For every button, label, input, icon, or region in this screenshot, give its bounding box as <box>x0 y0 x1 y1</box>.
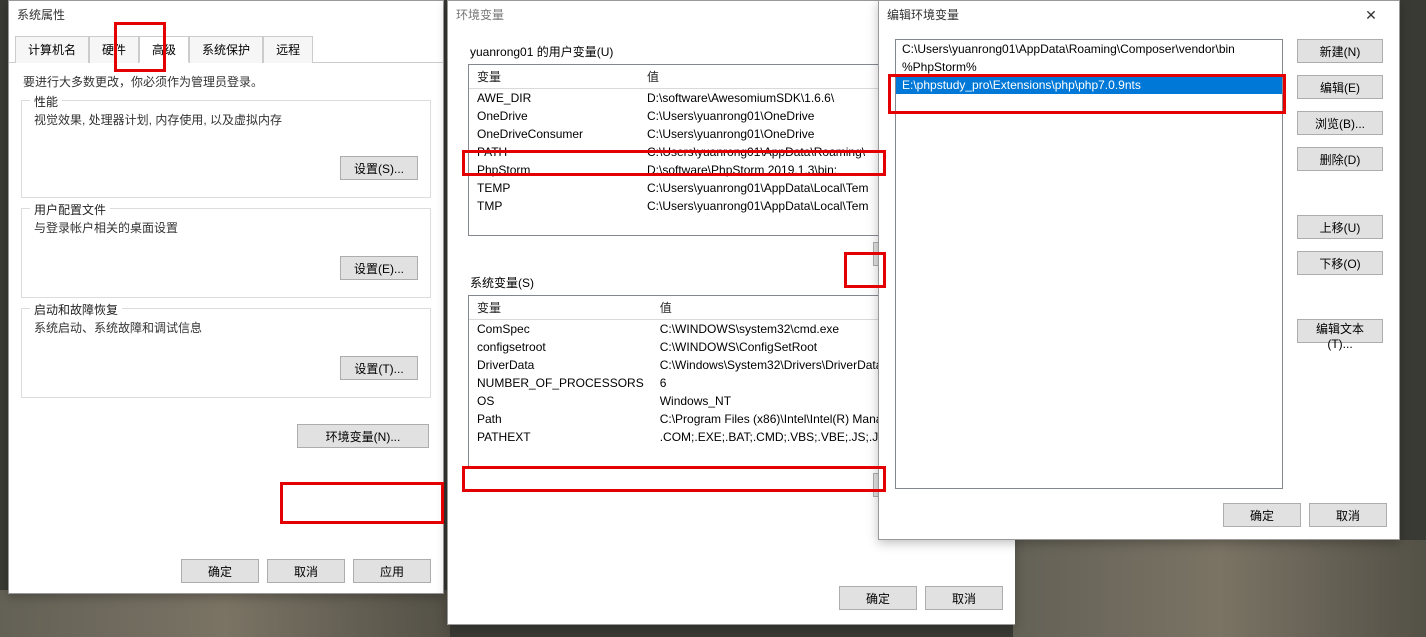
profiles-legend: 用户配置文件 <box>30 201 110 218</box>
path-list[interactable]: C:\Users\yuanrong01\AppData\Roaming\Comp… <box>895 39 1283 489</box>
path-list-item[interactable]: %PhpStorm% <box>896 58 1282 76</box>
profiles-settings-button[interactable]: 设置(E)... <box>340 256 418 280</box>
perf-settings-button[interactable]: 设置(S)... <box>340 156 418 180</box>
tab-remote[interactable]: 远程 <box>263 36 313 63</box>
tab-advanced[interactable]: 高级 <box>139 36 189 63</box>
var-name-cell: TEMP <box>469 179 639 197</box>
var-name-cell: OneDriveConsumer <box>469 125 639 143</box>
edit-env-var-dialog: 编辑环境变量 ✕ C:\Users\yuanrong01\AppData\Roa… <box>878 0 1400 540</box>
path-new-button[interactable]: 新建(N) <box>1297 39 1383 63</box>
path-edittext-button[interactable]: 编辑文本(T)... <box>1297 319 1383 343</box>
profiles-group: 用户配置文件 与登录帐户相关的桌面设置 设置(E)... <box>21 208 431 298</box>
var-name-cell: PhpStorm <box>469 161 639 179</box>
sysprops-tabs: 计算机名 硬件 高级 系统保护 远程 <box>9 35 443 63</box>
close-icon[interactable]: ✕ <box>1351 2 1391 28</box>
path-browse-button[interactable]: 浏览(B)... <box>1297 111 1383 135</box>
path-list-item[interactable]: C:\Users\yuanrong01\AppData\Roaming\Comp… <box>896 40 1282 58</box>
var-name-cell: configsetroot <box>469 338 652 356</box>
var-name-cell: OS <box>469 392 652 410</box>
var-name-cell: NUMBER_OF_PROCESSORS <box>469 374 652 392</box>
var-name-cell: DriverData <box>469 356 652 374</box>
editpath-side-buttons: 新建(N) 编辑(E) 浏览(B)... 删除(D) 上移(U) 下移(O) 编… <box>1297 39 1383 489</box>
tab-system-protection[interactable]: 系统保护 <box>189 36 263 63</box>
perf-legend: 性能 <box>30 93 62 110</box>
path-list-item[interactable]: E:\phpstudy_pro\Extensions\php\php7.0.9n… <box>896 76 1282 94</box>
editpath-titlebar: 编辑环境变量 ✕ <box>879 1 1399 29</box>
var-name-cell: ComSpec <box>469 320 652 339</box>
startup-legend: 启动和故障恢复 <box>30 301 122 318</box>
var-name-cell: PATH <box>469 143 639 161</box>
admin-note: 要进行大多数更改，你必须作为管理员登录。 <box>23 73 429 90</box>
envvars-cancel-button[interactable]: 取消 <box>925 586 1003 610</box>
system-properties-dialog: 系统属性 计算机名 硬件 高级 系统保护 远程 要进行大多数更改，你必须作为管理… <box>8 0 444 594</box>
editpath-ok-button[interactable]: 确定 <box>1223 503 1301 527</box>
tab-computer-name[interactable]: 计算机名 <box>15 36 89 63</box>
var-name-cell: AWE_DIR <box>469 89 639 108</box>
var-name-cell: PATHEXT <box>469 428 652 446</box>
envvars-ok-button[interactable]: 确定 <box>839 586 917 610</box>
editpath-title: 编辑环境变量 <box>887 1 959 29</box>
sysprops-ok-button[interactable]: 确定 <box>181 559 259 583</box>
path-moveup-button[interactable]: 上移(U) <box>1297 215 1383 239</box>
profiles-text: 与登录帐户相关的桌面设置 <box>34 219 418 236</box>
startup-settings-button[interactable]: 设置(T)... <box>340 356 418 380</box>
perf-group: 性能 视觉效果, 处理器计划, 内存使用, 以及虚拟内存 设置(S)... <box>21 100 431 198</box>
var-name-cell: Path <box>469 410 652 428</box>
tab-hardware[interactable]: 硬件 <box>89 36 139 63</box>
sysprops-apply-button[interactable]: 应用 <box>353 559 431 583</box>
var-name-cell: OneDrive <box>469 107 639 125</box>
startup-text: 系统启动、系统故障和调试信息 <box>34 319 418 336</box>
editpath-cancel-button[interactable]: 取消 <box>1309 503 1387 527</box>
sysprops-title: 系统属性 <box>17 1 65 29</box>
path-edit-button[interactable]: 编辑(E) <box>1297 75 1383 99</box>
environment-variables-button[interactable]: 环境变量(N)... <box>297 424 429 448</box>
path-delete-button[interactable]: 删除(D) <box>1297 147 1383 171</box>
path-movedown-button[interactable]: 下移(O) <box>1297 251 1383 275</box>
envvars-title: 环境变量 <box>456 1 504 29</box>
startup-group: 启动和故障恢复 系统启动、系统故障和调试信息 设置(T)... <box>21 308 431 398</box>
sysprops-titlebar: 系统属性 <box>9 1 443 29</box>
perf-text: 视觉效果, 处理器计划, 内存使用, 以及虚拟内存 <box>34 111 418 128</box>
var-name-cell: TMP <box>469 197 639 215</box>
sysprops-cancel-button[interactable]: 取消 <box>267 559 345 583</box>
sys-header-name[interactable]: 变量 <box>469 296 652 320</box>
user-header-name[interactable]: 变量 <box>469 65 639 89</box>
